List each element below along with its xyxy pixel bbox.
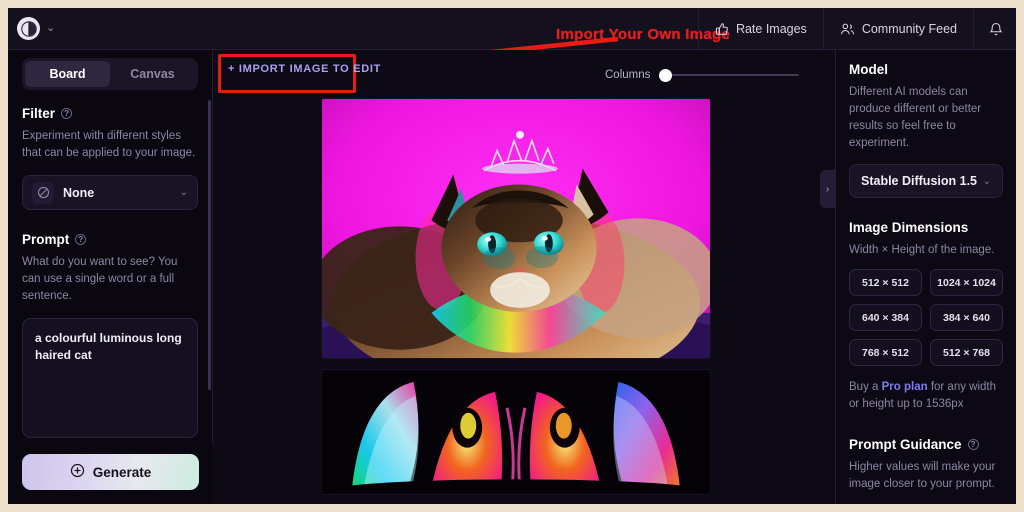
generate-button[interactable]: Generate xyxy=(22,454,199,490)
no-filter-icon xyxy=(32,181,54,204)
sidebar-scrollbar[interactable] xyxy=(208,100,211,390)
columns-slider-knob[interactable] xyxy=(659,69,673,82)
dimension-option-512x512[interactable]: 512 × 512 xyxy=(849,269,922,296)
model-selected-value: Stable Diffusion 1.5 xyxy=(861,174,977,188)
collapse-panel-button[interactable]: › xyxy=(820,170,835,208)
prompt-title-label: Prompt xyxy=(22,232,70,247)
tab-board[interactable]: Board xyxy=(25,61,110,87)
columns-label: Columns xyxy=(605,69,651,81)
filter-help-icon[interactable]: ? xyxy=(61,108,73,119)
dimension-option-768x512[interactable]: 768 × 512 xyxy=(849,339,922,366)
nav-rate-images-label: Rate Images xyxy=(735,22,807,36)
filter-select[interactable]: None ⌄ xyxy=(22,175,198,210)
prompt-guidance-description: Higher values will make your image close… xyxy=(849,461,996,490)
prompt-help-icon[interactable]: ? xyxy=(75,234,87,245)
import-image-button[interactable]: + IMPORT IMAGE TO EDIT xyxy=(228,63,381,75)
filter-title-label: Filter xyxy=(22,106,56,121)
tab-canvas[interactable]: Canvas xyxy=(110,61,195,87)
generated-image-2[interactable] xyxy=(321,368,711,495)
model-title-label: Model xyxy=(849,62,888,77)
model-chevron-down-icon: ⌄ xyxy=(982,175,991,187)
chevron-right-icon: › xyxy=(825,183,830,195)
dimension-option-384x640[interactable]: 384 × 640 xyxy=(930,304,1003,331)
dimensions-section-title: Image Dimensions xyxy=(849,220,1003,235)
dimension-options: 512 × 512 1024 × 1024 640 × 384 384 × 64… xyxy=(849,269,1003,366)
right-settings-panel: Model Different AI models can produce di… xyxy=(835,50,1016,504)
board-canvas-tabs: Board Canvas xyxy=(22,58,198,90)
prompt-guidance-title-label: Prompt Guidance xyxy=(849,437,962,452)
bell-icon xyxy=(989,22,1003,37)
pro-plan-link[interactable]: Pro plan xyxy=(882,381,928,393)
thumbs-up-icon xyxy=(715,22,729,36)
dimension-option-640x384[interactable]: 640 × 384 xyxy=(849,304,922,331)
pro-note-prefix: Buy a xyxy=(849,381,882,393)
generate-area: Generate xyxy=(8,444,213,504)
left-sidebar: Board Canvas Filter ? Experiment with di… xyxy=(8,50,213,504)
pro-plan-note: Buy a Pro plan for any width or height u… xyxy=(849,379,1003,413)
columns-slider[interactable] xyxy=(659,68,800,82)
logo-chevron-down-icon[interactable]: ⌄ xyxy=(46,23,55,34)
filter-description: Experiment with different styles that ca… xyxy=(22,130,196,159)
generated-image-1[interactable] xyxy=(321,98,711,359)
dimensions-description: Width × Height of the image. xyxy=(849,244,995,256)
nav-rate-images[interactable]: Rate Images xyxy=(697,8,823,50)
generated-images-list xyxy=(213,98,835,495)
top-bar: ⌄ Import Your Own Image Rate Images Comm… xyxy=(8,8,1016,81)
dimension-option-1024x1024[interactable]: 1024 × 1024 xyxy=(930,269,1003,296)
columns-control: Columns xyxy=(605,68,800,82)
people-icon xyxy=(840,22,855,36)
filter-section-title: Filter ? xyxy=(22,106,198,121)
dimension-option-512x768[interactable]: 512 × 768 xyxy=(930,339,1003,366)
generate-button-label: Generate xyxy=(92,464,152,480)
app-logo-icon[interactable] xyxy=(17,17,40,40)
model-select[interactable]: Stable Diffusion 1.5 ⌄ xyxy=(849,164,1003,198)
plus-circle-icon xyxy=(70,463,85,481)
prompt-input[interactable]: a colourful luminous long haired cat xyxy=(22,318,198,438)
nav-community-feed-label: Community Feed xyxy=(861,22,957,36)
model-section-title: Model xyxy=(849,62,1003,77)
top-nav: Rate Images Community Feed xyxy=(697,8,1016,50)
prompt-guidance-section-title: Prompt Guidance ? xyxy=(849,437,1003,452)
columns-slider-track xyxy=(659,74,800,76)
model-description: Different AI models can produce differen… xyxy=(849,86,982,149)
logo-area[interactable]: ⌄ xyxy=(8,17,55,40)
nav-notifications[interactable] xyxy=(973,8,1016,50)
dimensions-title-label: Image Dimensions xyxy=(849,220,969,235)
prompt-guidance-help-icon[interactable]: ? xyxy=(967,439,979,450)
canvas-area: + IMPORT IMAGE TO EDIT Columns › xyxy=(213,50,835,504)
prompt-description: What do you want to see? You can use a s… xyxy=(22,256,178,302)
filter-chevron-down-icon: ⌄ xyxy=(179,187,188,198)
filter-selected-value: None xyxy=(63,185,95,200)
app-window: ⌄ Import Your Own Image Rate Images Comm… xyxy=(8,8,1016,504)
canvas-toolbar: + IMPORT IMAGE TO EDIT Columns xyxy=(213,50,835,98)
prompt-section-title: Prompt ? xyxy=(22,232,198,247)
nav-community-feed[interactable]: Community Feed xyxy=(822,8,973,50)
